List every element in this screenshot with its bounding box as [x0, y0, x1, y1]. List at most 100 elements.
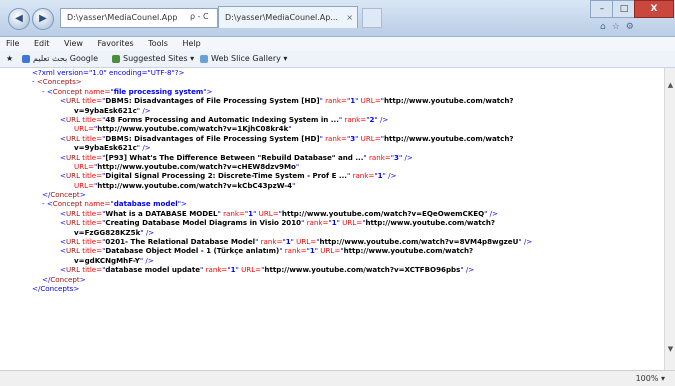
- xml-token: title=: [80, 171, 103, 181]
- address-controls[interactable]: ρ - C: [190, 8, 209, 26]
- xml-token: rank=: [342, 114, 367, 124]
- xml-token: URL: [65, 208, 81, 218]
- favorite-label: Web Slice Gallery ▾: [211, 54, 288, 63]
- xml-url-element: <URL title="DBMS: Disadvantages of File …: [0, 134, 660, 143]
- xml-token: " />: [140, 227, 155, 237]
- menu-edit[interactable]: Edit: [28, 37, 56, 51]
- xml-token: />: [377, 114, 389, 124]
- xml-token: " />: [136, 105, 151, 115]
- xml-token: v=9ybaEsk621c: [74, 105, 137, 115]
- xml-token: URL=: [74, 180, 95, 190]
- favorite-link-web-slice-gallery[interactable]: Web Slice Gallery ▾: [200, 51, 287, 67]
- title-bar: ◀ ▶ D:\yasser\MediaCounel.App ρ - C D:\y…: [0, 0, 675, 37]
- tab-current[interactable]: D:\yasser\MediaCounel.Ap... ×: [218, 6, 358, 28]
- xml-token: rank=: [258, 237, 283, 247]
- toolbar-icons[interactable]: ⌂☆⚙: [600, 22, 640, 32]
- gear-icon[interactable]: ⚙: [626, 22, 640, 32]
- forward-button[interactable]: ▶: [32, 8, 54, 30]
- web-slice-icon: [200, 54, 208, 63]
- xml-url-element: <URL title="database model update" rank=…: [0, 265, 660, 274]
- new-tab-button[interactable]: [362, 8, 382, 28]
- xml-url-attr: v=gdKCNgMhF-Y" />: [0, 256, 660, 265]
- favorites-bar: ★ بحث تعليم Google Suggested Sites ▾ Web…: [0, 51, 675, 68]
- star-icon[interactable]: ☆: [612, 22, 626, 32]
- xml-token: http://www.youtube.com/watch?v=XCTFBO96p…: [264, 265, 461, 275]
- xml-token: ">: [177, 199, 187, 209]
- xml-token: [P93] What's The Difference Between "Reb…: [105, 152, 364, 162]
- zoom-control[interactable]: 100% ▾: [636, 371, 665, 386]
- xml-token: http://www.youtube.com/watch?: [365, 218, 496, 228]
- xml-token: <?xml version="1.0" encoding="UTF-8"?>: [32, 68, 185, 77]
- menu-tools[interactable]: Tools: [142, 37, 174, 51]
- xml-token: URL: [65, 133, 81, 143]
- xml-token: >: [79, 190, 86, 200]
- xml-url-attr: v=9ybaEsk621c" />: [0, 143, 660, 152]
- menu-help[interactable]: Help: [176, 37, 206, 51]
- xml-token: rank=: [366, 152, 391, 162]
- back-button[interactable]: ◀: [8, 8, 30, 30]
- maximize-button[interactable]: □: [612, 0, 636, 18]
- xml-token: file processing system: [113, 86, 204, 96]
- xml-token: DBMS: Disadvantages of File Processing S…: [105, 133, 320, 143]
- xml-url-attr: URL= "http://www.youtube.com/watch?v=cHEW…: [0, 162, 660, 171]
- xml-token: Concept: [50, 274, 80, 284]
- xml-token: rank=: [322, 96, 347, 106]
- xml-token: http://www.youtube.com/watch?v=8VM4p8wgz…: [319, 237, 519, 247]
- minimize-button[interactable]: –: [590, 0, 614, 18]
- xml-token: http://www.youtube.com/watch?: [343, 246, 474, 256]
- xml-token: URL=: [238, 265, 262, 275]
- xml-token: </Concepts>: [32, 283, 80, 293]
- xml-token: " />: [518, 237, 533, 247]
- xml-token: database model update: [105, 265, 201, 275]
- vertical-scrollbar[interactable]: ▲ ▼: [664, 68, 675, 370]
- xml-token: 48 Forms Processing and Automatic Indexi…: [105, 114, 339, 124]
- xml-token: http://www.youtube.com/watch?v=cHEW8dzv9…: [97, 161, 296, 171]
- xml-token: rank=: [282, 246, 307, 256]
- close-button[interactable]: X: [634, 0, 674, 18]
- xml-token: " />: [136, 143, 151, 153]
- xml-token: title=: [80, 246, 103, 256]
- xml-token: DBMS: Disadvantages of File Processing S…: [105, 96, 320, 106]
- xml-token: title=: [80, 152, 103, 162]
- scroll-down-icon[interactable]: ▼: [666, 344, 675, 354]
- favorite-link-google[interactable]: بحث تعليم Google: [22, 51, 98, 67]
- home-icon[interactable]: ⌂: [600, 22, 612, 32]
- xml-url-element: <URL title="Digital Signal Processing 2:…: [0, 171, 660, 180]
- xml-token: http://www.youtube.com/watch?v=kCbC43pzW…: [97, 180, 293, 190]
- xml-token: name=: [82, 86, 111, 96]
- xml-token: " />: [139, 255, 154, 265]
- xml-viewer[interactable]: <?xml version="1.0" encoding="UTF-8"?> - …: [0, 68, 664, 370]
- xml-token: title=: [80, 133, 103, 143]
- xml-url-element: <URL title="DBMS: Disadvantages of File …: [0, 96, 660, 105]
- xml-token: v=9ybaEsk621c: [74, 143, 137, 153]
- menu-bar: File Edit View Favorites Tools Help: [0, 37, 675, 51]
- xml-token: URL=: [256, 208, 279, 218]
- xml-url-element: <URL title="[P93] What's The Difference …: [0, 153, 660, 162]
- scroll-up-icon[interactable]: ▲: [666, 80, 675, 90]
- xml-token: />: [385, 171, 397, 181]
- xml-token: URL: [65, 218, 81, 228]
- xml-token: <Concepts>: [36, 77, 82, 87]
- xml-token: database model: [113, 199, 178, 209]
- xml-token: title=: [80, 208, 103, 218]
- favorite-link-suggested-sites[interactable]: Suggested Sites ▾: [112, 51, 194, 67]
- xml-token: http://www.youtube.com/watch?: [383, 133, 514, 143]
- tab-close-icon[interactable]: ×: [346, 7, 353, 28]
- xml-url-attr: v=FzGG828KZ5k" />: [0, 228, 660, 237]
- menu-view[interactable]: View: [58, 37, 89, 51]
- xml-token: rank=: [322, 133, 347, 143]
- menu-favorites[interactable]: Favorites: [92, 37, 140, 51]
- xml-token: URL: [65, 152, 81, 162]
- menu-file[interactable]: File: [0, 37, 25, 51]
- xml-token: Digital Signal Processing 2: Discrete-Ti…: [105, 171, 348, 181]
- xml-concept-open: - <Concept name="file processing system"…: [0, 87, 660, 96]
- xml-url-element: <URL title="Database Object Model - 1 (T…: [0, 246, 660, 255]
- xml-declaration: <?xml version="1.0" encoding="UTF-8"?>: [0, 68, 660, 77]
- xml-url-element: <URL title="48 Forms Processing and Auto…: [0, 115, 660, 124]
- xml-root-close: </Concepts>: [0, 284, 660, 293]
- xml-token: http://www.youtube.com/watch?v=1KjhC08kr…: [97, 124, 289, 134]
- favorites-star-icon[interactable]: ★: [6, 51, 13, 67]
- xml-token: title=: [80, 237, 103, 247]
- xml-url-attr: v=9ybaEsk621c" />: [0, 106, 660, 115]
- xml-concept-open: - <Concept name="database model">: [0, 199, 660, 208]
